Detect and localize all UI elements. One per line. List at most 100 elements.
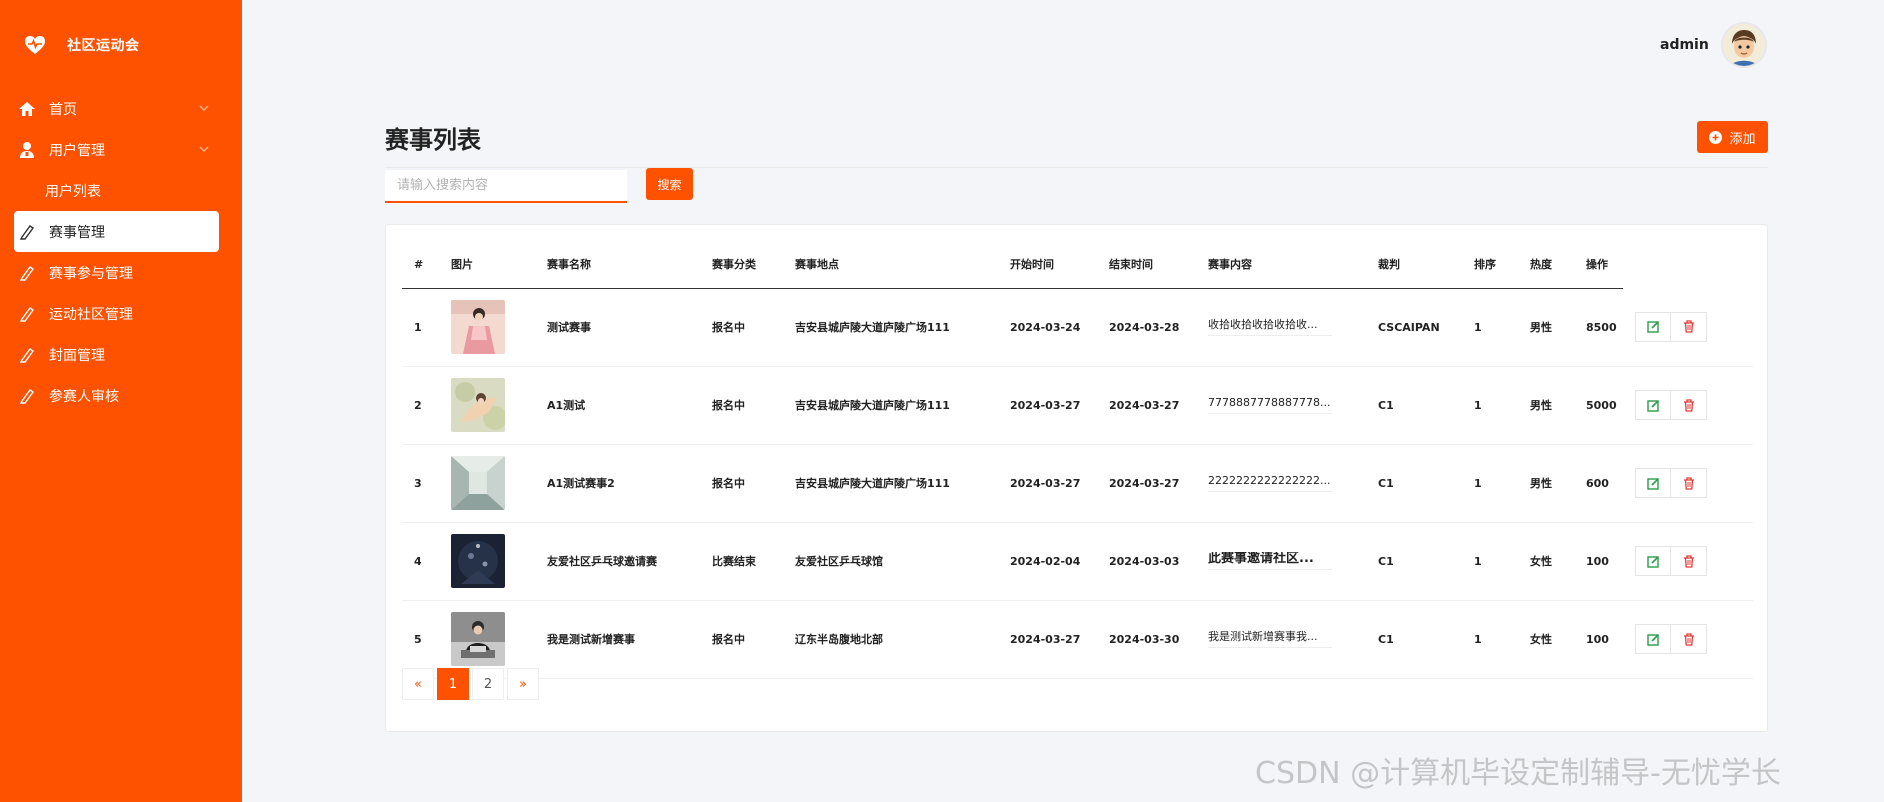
row-image [439, 600, 535, 679]
brand[interactable]: 社区运动会 [24, 34, 140, 56]
row-heat: 600 [1574, 444, 1623, 523]
search-button[interactable]: 搜索 [646, 168, 693, 200]
table-row: 2 A1测试 报名中 吉安县城庐陵大道庐陵广场111 2024-03-27 20… [402, 366, 1753, 445]
table-row: 1 测试赛事 报名中 吉安县城庐陵大道庐陵广场111 2024-03-24 20… [402, 288, 1753, 367]
user-menu[interactable]: admin [1660, 22, 1767, 68]
row-content-text: 7778887778887778... [1208, 396, 1332, 414]
sidebar-item-participant-review[interactable]: 参赛人审核 [14, 375, 219, 416]
delete-button[interactable] [1671, 311, 1707, 342]
home-icon [18, 100, 36, 118]
row-actions [1623, 444, 1753, 523]
sidebar-item-label: 首页 [49, 101, 77, 118]
row-content-text: 收拾收拾收拾收拾收... [1208, 318, 1332, 336]
row-start-date: 2024-03-24 [998, 288, 1097, 367]
row-index: 1 [402, 288, 439, 367]
sidebar: 社区运动会 首页 用户管理 用户列表 赛事管理 赛事参与管理 运动社区管理 封面… [0, 0, 242, 802]
trash-icon [1683, 554, 1694, 568]
column-header: 赛事内容 [1196, 241, 1366, 289]
row-index: 2 [402, 366, 439, 445]
row-heat: 100 [1574, 600, 1623, 679]
username: admin [1660, 37, 1709, 53]
pencil-icon [18, 264, 36, 282]
sidebar-item-label: 赛事参与管理 [49, 265, 133, 282]
trash-icon [1683, 398, 1694, 412]
row-content-text: 此赛事邀请社区... [1208, 552, 1332, 570]
sidebar-item-event-participation[interactable]: 赛事参与管理 [14, 252, 219, 293]
row-name: A1测试 [535, 366, 700, 445]
column-header: 结束时间 [1097, 241, 1196, 289]
row-image [439, 366, 535, 445]
column-header: 热度 [1518, 241, 1574, 289]
delete-button[interactable] [1671, 468, 1707, 498]
row-category: 报名中 [700, 444, 783, 523]
row-index: 3 [402, 444, 439, 523]
edit-icon [1646, 399, 1659, 412]
add-button[interactable]: 添加 [1697, 121, 1768, 153]
sidebar-nav: 首页 用户管理 用户列表 赛事管理 赛事参与管理 运动社区管理 封面管理 参赛人… [14, 88, 219, 416]
edit-button[interactable] [1635, 311, 1671, 342]
row-end-date: 2024-03-03 [1097, 522, 1196, 601]
row-actions [1623, 366, 1753, 445]
pagination-page[interactable]: 2 [472, 668, 504, 700]
row-location: 吉安县城庐陵大道庐陵广场111 [783, 288, 998, 367]
pencil-icon [18, 387, 36, 405]
row-category: 比赛结束 [700, 522, 783, 601]
delete-button[interactable] [1671, 390, 1707, 420]
pagination-next[interactable]: » [507, 668, 539, 700]
row-sort: 1 [1462, 522, 1518, 601]
row-content: 收拾收拾收拾收拾收... [1196, 288, 1366, 367]
column-header: 赛事名称 [535, 241, 700, 289]
row-sort: 1 [1462, 600, 1518, 679]
pencil-icon [18, 305, 36, 323]
delete-button[interactable] [1671, 624, 1707, 654]
row-image [439, 522, 535, 601]
row-content: 7778887778887778... [1196, 366, 1366, 445]
sidebar-item-user-list[interactable]: 用户列表 [14, 170, 219, 211]
pagination-prev[interactable]: « [402, 668, 434, 700]
pencil-icon [18, 346, 36, 364]
edit-button[interactable] [1635, 390, 1671, 420]
sidebar-item-label: 用户管理 [49, 142, 105, 159]
search-input[interactable] [385, 170, 627, 203]
sidebar-item-event-management[interactable]: 赛事管理 [14, 211, 219, 252]
watermark: CSDN @计算机毕设定制辅导-无忧学长 [1255, 756, 1781, 791]
chevron-down-icon [197, 101, 211, 115]
divider [385, 167, 1768, 168]
sidebar-item-label: 封面管理 [49, 347, 105, 364]
edit-button[interactable] [1635, 468, 1671, 498]
page-title: 赛事列表 [385, 126, 481, 154]
event-table: # 图片 赛事名称 赛事分类 赛事地点 开始时间 结束时间 赛事内容 裁判 排序… [402, 241, 1753, 679]
row-gender: 女性 [1518, 600, 1574, 679]
row-gender: 男性 [1518, 366, 1574, 445]
column-header: 赛事地点 [783, 241, 998, 289]
row-referee: C1 [1366, 366, 1462, 445]
edit-button[interactable] [1635, 546, 1671, 576]
row-end-date: 2024-03-27 [1097, 366, 1196, 445]
column-header: 开始时间 [998, 241, 1097, 289]
row-location: 友爱社区乒乓球馆 [783, 522, 998, 601]
column-header: 操作 [1574, 241, 1623, 289]
plus-circle-icon [1709, 130, 1723, 144]
pagination-page[interactable]: 1 [437, 668, 469, 700]
edit-icon [1646, 633, 1659, 646]
table-header-row: # 图片 赛事名称 赛事分类 赛事地点 开始时间 结束时间 赛事内容 裁判 排序… [402, 241, 1753, 289]
sidebar-item-home[interactable]: 首页 [14, 88, 219, 129]
event-thumbnail-image [451, 534, 505, 588]
sidebar-item-cover[interactable]: 封面管理 [14, 334, 219, 375]
row-end-date: 2024-03-30 [1097, 600, 1196, 679]
delete-button[interactable] [1671, 546, 1707, 576]
row-actions [1623, 600, 1753, 679]
brand-name: 社区运动会 [67, 38, 140, 54]
edit-button[interactable] [1635, 624, 1671, 654]
avatar[interactable] [1720, 22, 1767, 68]
row-gender: 女性 [1518, 522, 1574, 601]
row-start-date: 2024-03-27 [998, 444, 1097, 523]
row-gender: 男性 [1518, 444, 1574, 523]
row-heat: 100 [1574, 522, 1623, 601]
row-name: 测试赛事 [535, 288, 700, 367]
row-name: A1测试赛事2 [535, 444, 700, 523]
sidebar-item-user-management[interactable]: 用户管理 [14, 129, 219, 170]
sidebar-item-community[interactable]: 运动社区管理 [14, 293, 219, 334]
row-heat: 5000 [1574, 366, 1623, 445]
row-referee: CSCAIPAN [1366, 288, 1462, 367]
